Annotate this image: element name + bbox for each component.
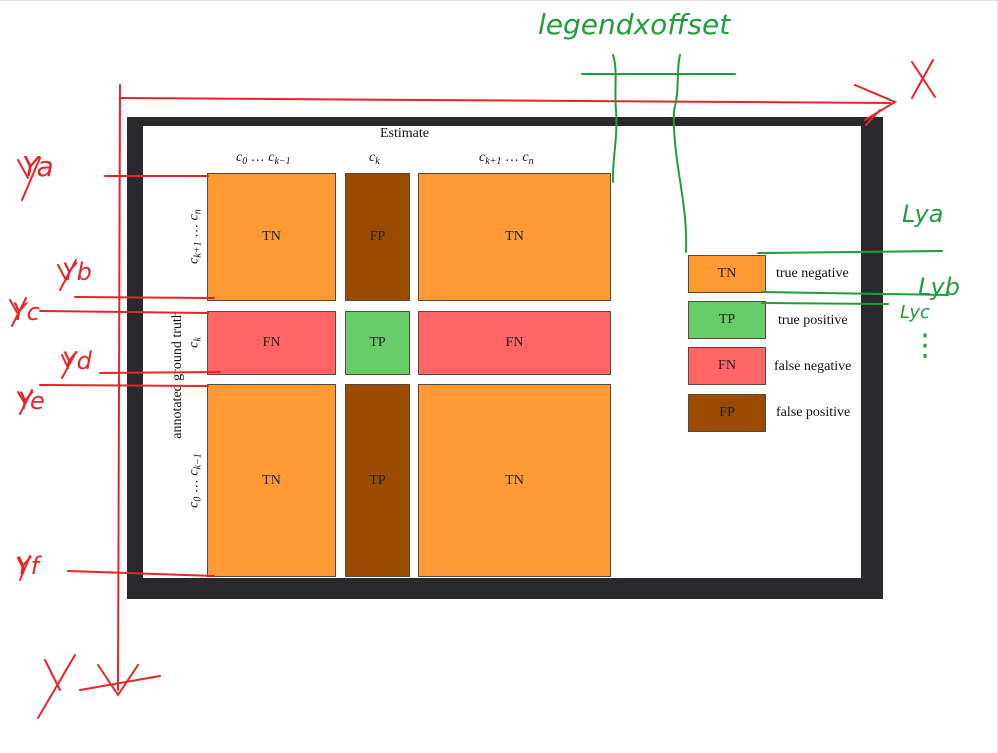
legend-offset-right-line bbox=[672, 54, 688, 253]
lyc-continuation-dots: ⋮ bbox=[910, 328, 940, 363]
legend-x-offset-label: legendxoffset bbox=[538, 8, 731, 41]
x-axis-line bbox=[119, 97, 891, 104]
yc-label: Yc bbox=[12, 298, 40, 326]
lya-label: Lya bbox=[902, 200, 944, 228]
lyb-label: Lyb bbox=[918, 273, 960, 301]
ye-label: Ye bbox=[18, 387, 45, 415]
yb-line bbox=[74, 296, 215, 299]
lyc-line bbox=[761, 302, 889, 305]
yb-label: Yb bbox=[62, 258, 92, 286]
ye-line bbox=[39, 384, 209, 387]
annotation-overlay bbox=[9, 54, 949, 719]
lyc-label: Lyc bbox=[900, 302, 930, 323]
yf-line bbox=[67, 570, 215, 577]
yc-line bbox=[39, 310, 209, 314]
lya-line bbox=[757, 250, 943, 254]
yf-label: Yf bbox=[16, 552, 40, 580]
yd-label: Yd bbox=[62, 347, 92, 375]
ya-label: Ya bbox=[22, 150, 54, 183]
yd-line bbox=[99, 371, 221, 374]
